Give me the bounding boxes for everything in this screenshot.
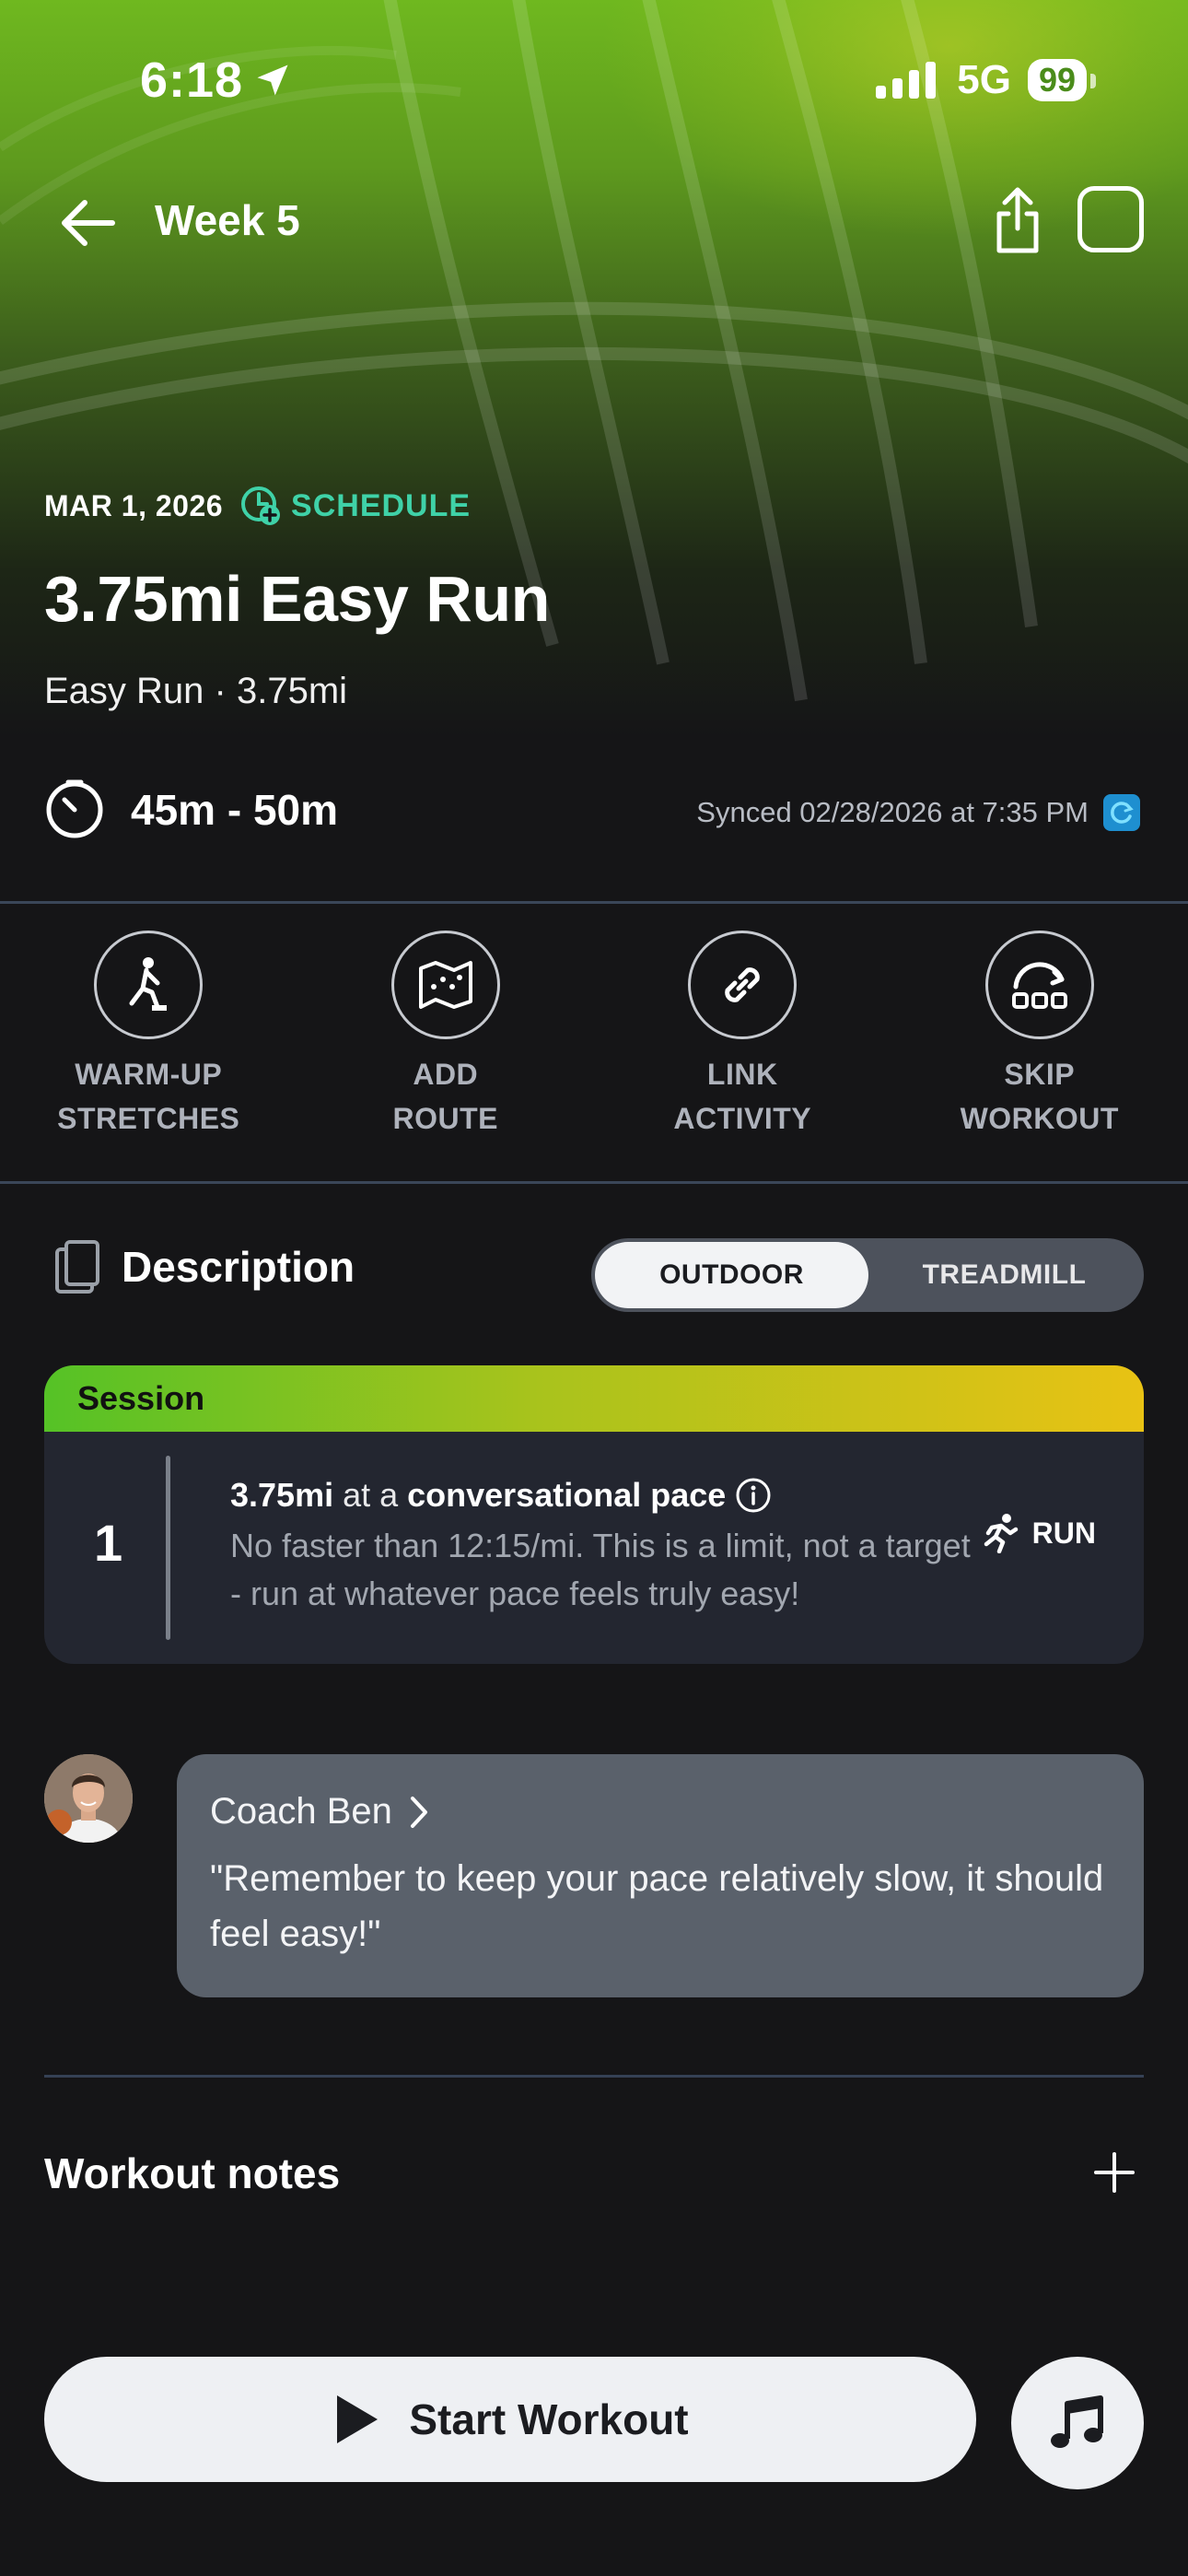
action-circle — [984, 931, 1094, 1039]
back-arrow-icon — [62, 200, 115, 246]
schedule-label: SCHEDULE — [291, 487, 472, 523]
workout-title: 3.75mi Easy Run — [44, 563, 550, 635]
chevron-right-icon — [410, 1796, 427, 1828]
action-circle — [688, 931, 798, 1039]
divider-actions — [0, 1181, 1188, 1184]
step-content: 3.75mi at a conversational pace No faste… — [230, 1476, 985, 1618]
sync-app-icon — [1103, 794, 1140, 831]
step-summary: 3.75mi at a conversational pace — [230, 1476, 985, 1515]
info-icon[interactable] — [735, 1477, 772, 1514]
step-divider — [166, 1456, 170, 1640]
sync-text: Synced 02/28/2026 at 7:35 PM — [696, 796, 1089, 828]
description-title: Description — [122, 1243, 355, 1291]
location-arrow-icon — [257, 64, 288, 96]
share-button[interactable] — [985, 184, 1050, 258]
skip-workout-button[interactable]: SKIP WORKOUT — [891, 931, 1188, 1170]
warmup-stretches-button[interactable]: WARM-UP STRETCHES — [0, 931, 297, 1170]
step-detail: No faster than 12:15/mi. This is a limit… — [230, 1527, 971, 1612]
skip-icon — [1011, 962, 1067, 1009]
status-indicators: 5G 99 — [876, 57, 1097, 103]
session-card: Session 1 3.75mi at a conversational pac… — [44, 1365, 1144, 1664]
battery-icon: 99 — [1027, 59, 1097, 101]
environment-toggle: OUTDOOR TREADMILL — [591, 1238, 1144, 1312]
refresh-icon — [1111, 802, 1134, 824]
workout-date: MAR 1, 2026 — [44, 488, 224, 522]
music-button[interactable] — [1011, 2357, 1144, 2489]
step-pace[interactable]: conversational pace — [407, 1476, 726, 1515]
divider-top — [0, 901, 1188, 904]
link-icon — [725, 967, 761, 1002]
checkbox-complete-button[interactable] — [1077, 186, 1144, 252]
start-workout-button[interactable]: Start Workout — [44, 2357, 976, 2482]
action-label-line1: LINK — [706, 1058, 778, 1091]
date-row: MAR 1, 2026 SCHEDULE — [44, 485, 471, 527]
status-time: 6:18 — [140, 52, 293, 109]
action-label-line2: ACTIVITY — [673, 1102, 812, 1135]
duration-row: 45m - 50m — [44, 779, 338, 840]
share-icon — [996, 187, 1039, 253]
play-icon — [337, 2395, 379, 2443]
coach-avatar[interactable] — [44, 1754, 133, 1843]
step-type: RUN — [981, 1513, 1096, 1553]
document-icon — [55, 1240, 99, 1294]
action-label-line1: WARM-UP — [75, 1058, 223, 1091]
workout-notes-title: Workout notes — [44, 2149, 341, 2197]
duration-text: 45m - 50m — [131, 786, 339, 834]
workout-subtitle: Easy Run · 3.75mi — [44, 671, 348, 711]
step-distance: 3.75mi — [230, 1476, 334, 1514]
map-icon — [418, 961, 472, 1009]
action-circle — [390, 931, 500, 1039]
quick-actions: WARM-UP STRETCHES ADD ROUTE LINK ACTIVIT… — [0, 931, 1188, 1170]
network-label: 5G — [957, 57, 1011, 102]
start-workout-label: Start Workout — [409, 2395, 689, 2443]
nav-bar: Week 5 — [0, 175, 1188, 267]
step-type-label: RUN — [1031, 1516, 1096, 1550]
notes-divider — [44, 2075, 1144, 2078]
status-bar: 6:18 5G 99 — [0, 0, 1188, 157]
description-header: Description — [53, 1238, 355, 1295]
action-label-line2: ROUTE — [392, 1102, 498, 1135]
stretch-icon — [129, 957, 168, 1011]
coach-name: Coach Ben — [210, 1791, 392, 1832]
action-label-line1: ADD — [413, 1058, 479, 1091]
add-route-button[interactable]: ADD ROUTE — [297, 931, 595, 1170]
link-activity-button[interactable]: LINK ACTIVITY — [594, 931, 891, 1170]
clock-text: 6:18 — [140, 53, 244, 108]
coach-quote: "Remember to keep your pace relatively s… — [210, 1858, 1104, 1954]
back-button[interactable] — [55, 190, 122, 256]
music-note-icon — [1051, 2395, 1103, 2448]
runner-icon — [984, 1514, 1018, 1553]
coach-profile-link[interactable]: Coach Ben — [210, 1791, 1111, 1832]
nav-title: Week 5 — [155, 196, 300, 244]
schedule-button[interactable]: SCHEDULE — [239, 485, 471, 527]
session-header: Session — [44, 1365, 1144, 1432]
sync-status: Synced 02/28/2026 at 7:35 PM — [696, 794, 1140, 831]
signal-icon — [876, 62, 937, 99]
timer-icon — [46, 779, 103, 838]
calendar-add-icon — [241, 486, 281, 525]
add-note-icon[interactable] — [1089, 2147, 1140, 2198]
step-number: 1 — [94, 1514, 123, 1572]
coach-message-card: Coach Ben "Remember to keep your pace re… — [177, 1754, 1144, 1997]
action-label-line2: WORKOUT — [960, 1102, 1119, 1135]
step-connector: at a — [343, 1476, 399, 1514]
action-label-line2: STRETCHES — [57, 1102, 240, 1135]
toggle-treadmill[interactable]: TREADMILL — [868, 1242, 1140, 1308]
toggle-outdoor[interactable]: OUTDOOR — [595, 1242, 868, 1308]
action-circle — [94, 931, 204, 1039]
action-label-line1: SKIP — [1004, 1058, 1076, 1091]
coach-photo — [44, 1754, 133, 1843]
